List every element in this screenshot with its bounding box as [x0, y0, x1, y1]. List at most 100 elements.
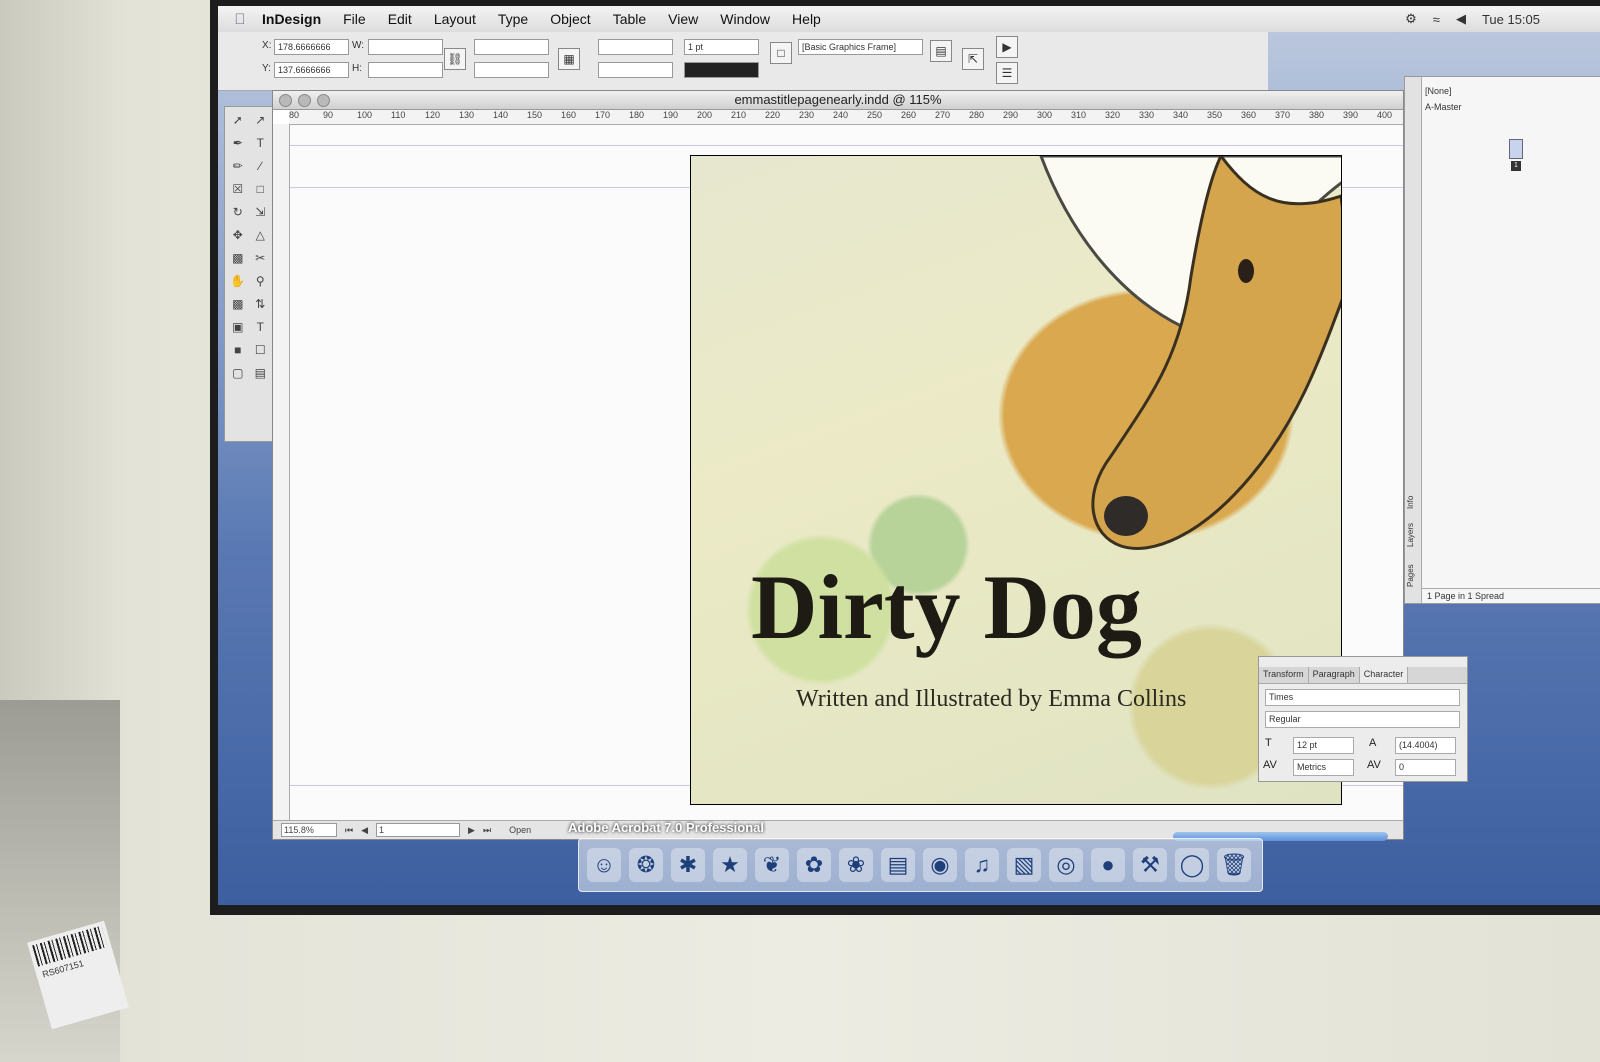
none-master-item[interactable]: [None]: [1405, 83, 1600, 99]
kerning-field[interactable]: Metrics: [1293, 759, 1354, 776]
tools-icon[interactable]: ⚒: [1133, 848, 1167, 882]
fit-frame-icon[interactable]: ⇱: [962, 48, 984, 70]
zoom-tool-icon[interactable]: ⚲: [250, 270, 272, 292]
cover-byline[interactable]: Written and Illustrated by Emma Collins: [796, 686, 1186, 713]
menu-table[interactable]: Table: [613, 11, 646, 27]
downloads-icon[interactable]: ◯: [1175, 848, 1209, 882]
pencil-tool-icon[interactable]: ✏: [227, 155, 249, 177]
clock[interactable]: Tue 15:05: [1482, 12, 1540, 27]
trash-icon[interactable]: 🗑: [1217, 848, 1251, 882]
apple-menu-icon[interactable]: : [218, 11, 262, 28]
line-tool-icon[interactable]: ∕: [250, 155, 272, 177]
scale-tool-icon[interactable]: ⇲: [250, 201, 272, 223]
minimize-window-icon[interactable]: [298, 94, 311, 107]
h-field[interactable]: [368, 62, 443, 78]
type-tool-icon[interactable]: T: [250, 132, 272, 154]
app-menu[interactable]: InDesign: [262, 11, 321, 27]
next-page-icon[interactable]: ▶: [468, 825, 475, 836]
font-style-field[interactable]: Regular: [1265, 711, 1460, 728]
horizontal-ruler[interactable]: 80 90 100 110 120 130 140 150 160 170 180 190 200 210…: [289, 110, 1403, 125]
first-page-icon[interactable]: ⏮: [345, 825, 353, 836]
dvd-icon[interactable]: ◉: [923, 848, 957, 882]
rotate-tool-icon[interactable]: ↻: [227, 201, 249, 223]
fill-stroke-icon[interactable]: ▩: [227, 293, 249, 315]
close-window-icon[interactable]: [279, 94, 292, 107]
reference-point-icon[interactable]: ▦: [558, 48, 580, 70]
text-wrap-icon[interactable]: ▤: [930, 40, 952, 62]
x-field[interactable]: 178.6666666: [274, 39, 349, 55]
layers-tab[interactable]: Layers: [1406, 523, 1415, 547]
info-tab[interactable]: Info: [1406, 496, 1415, 509]
quick-apply-icon[interactable]: ▶: [996, 36, 1018, 58]
preview-icon[interactable]: ▧: [1007, 848, 1041, 882]
clapper-icon[interactable]: ▤: [881, 848, 915, 882]
preview-view-icon[interactable]: ▤: [250, 362, 272, 384]
none-mode-icon[interactable]: ☐: [250, 339, 272, 361]
a-master-item[interactable]: A-Master: [1405, 99, 1600, 115]
menu-layout[interactable]: Layout: [434, 11, 476, 27]
itunes-icon[interactable]: ◎: [1049, 848, 1083, 882]
menu-help[interactable]: Help: [792, 11, 821, 27]
eyedropper-tool-icon[interactable]: △: [250, 224, 272, 246]
apple-icon[interactable]: ●: [1091, 848, 1125, 882]
leading-field[interactable]: (14.4004): [1395, 737, 1456, 754]
wifi-icon[interactable]: ≈: [1433, 12, 1440, 27]
w-field[interactable]: [368, 39, 443, 55]
frame-icon[interactable]: □: [770, 42, 792, 64]
pasteboard[interactable]: Dirty Dog Written and Illustrated by Emm…: [290, 125, 1403, 821]
tab-paragraph[interactable]: Paragraph: [1309, 667, 1360, 683]
butterfly-icon[interactable]: ❀: [839, 848, 873, 882]
normal-view-icon[interactable]: ▢: [227, 362, 249, 384]
scale-y-field[interactable]: [474, 62, 549, 78]
vertical-ruler[interactable]: [273, 124, 290, 821]
menu-edit[interactable]: Edit: [388, 11, 412, 27]
finder-icon[interactable]: ☺: [587, 848, 621, 882]
tab-character[interactable]: Character: [1359, 667, 1409, 683]
cover-page[interactable]: Dirty Dog Written and Illustrated by Emm…: [690, 155, 1342, 805]
star-icon[interactable]: ★: [713, 848, 747, 882]
menu-file[interactable]: File: [343, 11, 366, 27]
scissors-tool-icon[interactable]: ✂: [250, 247, 272, 269]
rectangle-frame-tool-icon[interactable]: ☒: [227, 178, 249, 200]
rectangle-tool-icon[interactable]: □: [250, 178, 272, 200]
selection-tool-icon[interactable]: ➚: [227, 109, 249, 131]
y-field[interactable]: 137.6666666: [274, 62, 349, 78]
guitar-icon[interactable]: ♫: [965, 848, 999, 882]
color-mode-icon[interactable]: ■: [227, 339, 249, 361]
rotate-field[interactable]: [598, 39, 673, 55]
free-transform-tool-icon[interactable]: ✥: [227, 224, 249, 246]
script-menu-icon[interactable]: ⚙: [1405, 11, 1417, 27]
flower-icon[interactable]: ✿: [797, 848, 831, 882]
feather-icon[interactable]: ❦: [755, 848, 789, 882]
formatting-text-icon[interactable]: T: [250, 316, 272, 338]
menu-type[interactable]: Type: [498, 11, 528, 27]
scale-x-field[interactable]: [474, 39, 549, 55]
volume-icon[interactable]: ◀: [1456, 11, 1466, 27]
hand-tool-icon[interactable]: ✋: [227, 270, 249, 292]
pen-tool-icon[interactable]: ✒: [227, 132, 249, 154]
prev-page-icon[interactable]: ◀: [361, 825, 368, 836]
tab-transform[interactable]: Transform: [1259, 667, 1309, 683]
guide-line[interactable]: [290, 145, 1403, 146]
zoom-window-icon[interactable]: [317, 94, 330, 107]
safari-icon[interactable]: ❂: [629, 848, 663, 882]
zoom-field[interactable]: 115.8%: [281, 823, 337, 837]
direct-selection-tool-icon[interactable]: ↗: [250, 109, 272, 131]
pages-tab[interactable]: Pages: [1406, 564, 1415, 587]
stroke-weight-field[interactable]: 1 pt: [684, 39, 759, 55]
acrobat-icon[interactable]: ✱: [671, 848, 705, 882]
constrain-proportions-icon[interactable]: ⛓: [444, 48, 466, 70]
menu-window[interactable]: Window: [720, 11, 770, 27]
menu-view[interactable]: View: [668, 11, 698, 27]
gradient-tool-icon[interactable]: ▩: [227, 247, 249, 269]
formatting-container-icon[interactable]: ▣: [227, 316, 249, 338]
stroke-type-field[interactable]: [684, 62, 759, 78]
panel-menu-icon[interactable]: ☰: [996, 62, 1018, 84]
shear-field[interactable]: [598, 62, 673, 78]
page-thumbnail[interactable]: [1509, 139, 1523, 159]
menu-object[interactable]: Object: [550, 11, 590, 27]
object-style-field[interactable]: [Basic Graphics Frame]: [798, 39, 923, 55]
swap-fill-stroke-icon[interactable]: ⇅: [250, 293, 272, 315]
cover-title[interactable]: Dirty Dog: [751, 554, 1142, 660]
tracking-field[interactable]: 0: [1395, 759, 1456, 776]
